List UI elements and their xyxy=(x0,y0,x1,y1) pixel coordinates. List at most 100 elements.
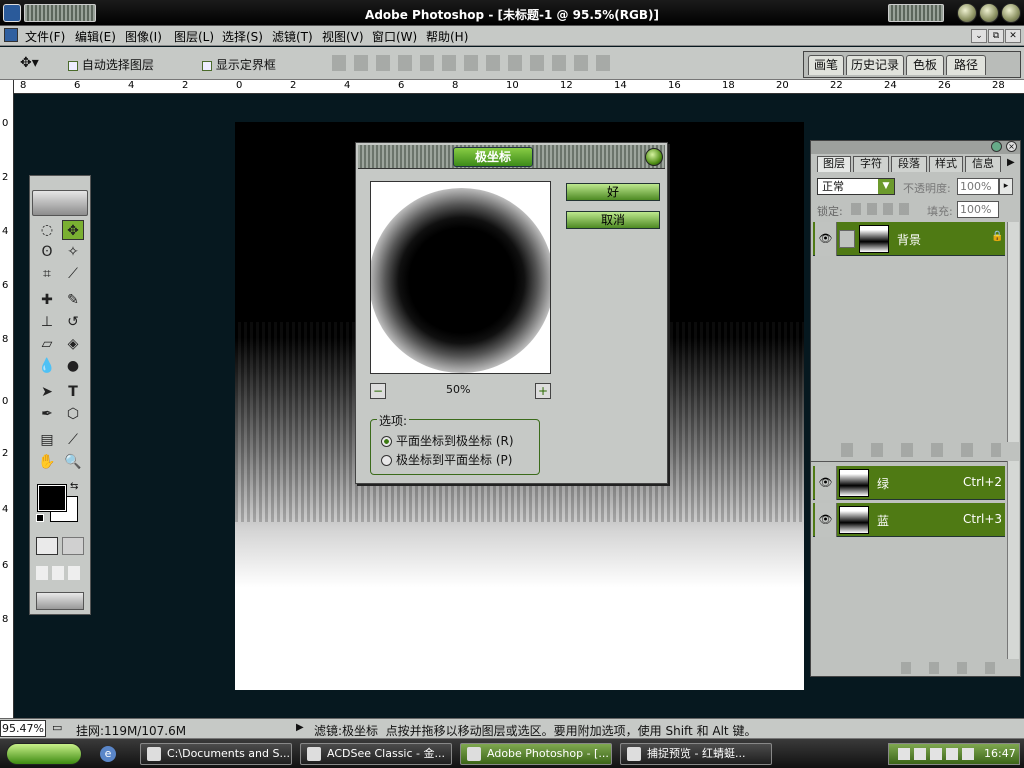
swap-colors-icon[interactable]: ⇆ xyxy=(70,481,78,492)
align-buttons[interactable] xyxy=(332,55,612,71)
screen-mode-buttons[interactable] xyxy=(36,566,84,580)
minimize-button[interactable] xyxy=(957,3,977,23)
menu-edit[interactable]: 编辑(E) xyxy=(75,28,116,45)
tab-info[interactable]: 信息 xyxy=(965,156,1001,172)
doc-info-icon[interactable]: ▭ xyxy=(52,721,62,734)
taskbar-item-photoshop[interactable]: Adobe Photoshop - [... xyxy=(460,743,612,765)
polar-to-rect-option[interactable]: 极坐标到平面坐标 (P) xyxy=(381,451,512,468)
menu-image[interactable]: 图像(I) xyxy=(125,28,162,45)
channels-footer-buttons[interactable] xyxy=(901,662,1001,674)
close-button[interactable] xyxy=(1001,3,1021,23)
palette-close-icon[interactable]: × xyxy=(1006,141,1017,152)
dodge-tool-icon[interactable]: ● xyxy=(62,356,84,376)
opacity-arrow[interactable]: ▸ xyxy=(999,178,1013,195)
tab-brushes[interactable]: 画笔 xyxy=(808,55,844,75)
doc-minimize-button[interactable]: ⌄ xyxy=(971,29,987,43)
tab-paths[interactable]: 路径 xyxy=(946,55,986,75)
eyedropper-icon[interactable]: ⟋ xyxy=(62,430,84,450)
rect-to-polar-option[interactable]: 平面坐标到极坐标 (R) xyxy=(381,432,514,449)
layers-footer-buttons[interactable] xyxy=(841,443,1001,457)
menu-file[interactable]: 文件(F) xyxy=(25,28,65,45)
channel-row[interactable]: 👁 蓝 Ctrl+3 xyxy=(813,503,1005,537)
menu-view[interactable]: 视图(V) xyxy=(322,28,364,45)
tab-layers[interactable]: 图层 xyxy=(817,156,851,172)
ie-quicklaunch-icon[interactable]: e xyxy=(100,746,116,762)
filter-preview[interactable] xyxy=(370,181,551,374)
notes-tool-icon[interactable]: ▤ xyxy=(36,430,58,450)
tab-history[interactable]: 历史记录 xyxy=(846,55,904,75)
path-select-icon[interactable]: ➤ xyxy=(36,382,58,402)
brush-tool-icon[interactable]: ✎ xyxy=(62,290,84,310)
zoom-in-button[interactable]: + xyxy=(535,383,551,399)
doc-restore-button[interactable]: ⧉ xyxy=(988,29,1004,43)
taskbar-item-capture[interactable]: 捕捉预览 - 红蜻蜓... xyxy=(620,743,772,765)
taskbar-item-explorer[interactable]: C:\Documents and S... xyxy=(140,743,292,765)
pen-tool-icon[interactable]: ✒ xyxy=(36,404,58,424)
channels-scrollbar[interactable] xyxy=(1007,461,1019,659)
tab-character[interactable]: 字符 xyxy=(853,156,889,172)
layer-row-background[interactable]: 👁 背景 🔒 xyxy=(813,222,1005,256)
standard-mode-button[interactable] xyxy=(36,537,58,555)
zoom-field[interactable]: 95.47% xyxy=(0,720,46,737)
lock-icons[interactable] xyxy=(851,203,913,215)
fill-input[interactable]: 100% xyxy=(957,201,999,218)
hand-tool-icon[interactable]: ✋ xyxy=(36,452,58,472)
chevron-down-icon[interactable]: ▼ xyxy=(878,179,894,194)
shape-tool-icon[interactable]: ⬡ xyxy=(62,404,84,424)
move-tool-preset-icon[interactable]: ✥▾ xyxy=(20,55,39,71)
tab-styles[interactable]: 样式 xyxy=(929,156,963,172)
cancel-button[interactable]: 取消 xyxy=(566,211,660,229)
palette-titlebar[interactable] xyxy=(811,141,1020,154)
rect-to-polar-radio[interactable] xyxy=(381,436,392,447)
eye-icon[interactable]: 👁 xyxy=(815,503,837,537)
ok-button[interactable]: 好 xyxy=(566,183,660,201)
menu-layer[interactable]: 图层(L) xyxy=(174,28,214,45)
crop-tool-icon[interactable]: ⌗ xyxy=(36,264,58,284)
zoom-tool-icon[interactable]: 🔍 xyxy=(62,452,84,472)
status-menu-arrow-icon[interactable]: ▶ xyxy=(296,722,304,733)
auto-select-checkbox[interactable] xyxy=(68,60,78,71)
maximize-button[interactable] xyxy=(979,3,999,23)
auto-select-checkbox-wrap[interactable]: 自动选择图层 xyxy=(68,56,154,73)
channel-row[interactable]: 👁 绿 Ctrl+2 xyxy=(813,466,1005,500)
palette-menu-arrow-icon[interactable]: ▶ xyxy=(1007,157,1015,168)
foreground-color-swatch[interactable] xyxy=(37,484,67,512)
polar-to-rect-radio[interactable] xyxy=(381,455,392,466)
quick-mask-button[interactable] xyxy=(62,537,84,555)
start-button[interactable] xyxy=(6,743,82,765)
show-bounds-checkbox[interactable] xyxy=(202,60,212,71)
eye-icon[interactable]: 👁 xyxy=(815,222,837,256)
default-colors-icon[interactable] xyxy=(36,514,44,522)
menu-window[interactable]: 窗口(W) xyxy=(372,28,417,45)
toolbox-header-logo[interactable] xyxy=(32,190,88,216)
jump-to-imageready-button[interactable] xyxy=(36,592,84,610)
healing-brush-icon[interactable]: ✚ xyxy=(36,290,58,310)
tab-paragraph[interactable]: 段落 xyxy=(891,156,927,172)
marquee-tool-icon[interactable]: ◌ xyxy=(36,220,58,240)
clone-stamp-icon[interactable]: ⊥ xyxy=(36,312,58,332)
zoom-out-button[interactable]: − xyxy=(370,383,386,399)
blend-mode-select[interactable]: 正常 ▼ xyxy=(817,178,895,195)
menu-filter[interactable]: 滤镜(T) xyxy=(272,28,313,45)
eye-icon[interactable]: 👁 xyxy=(815,466,837,500)
move-tool-icon[interactable]: ✥ xyxy=(62,220,84,240)
taskbar-item-acdsee[interactable]: ACDSee Classic - 金... xyxy=(300,743,452,765)
tab-swatches[interactable]: 色板 xyxy=(906,55,944,75)
blur-tool-icon[interactable]: 💧 xyxy=(36,356,58,376)
dialog-orb-icon[interactable] xyxy=(645,148,663,166)
magic-wand-icon[interactable]: ✧ xyxy=(62,242,84,262)
slice-tool-icon[interactable]: ⟋ xyxy=(62,264,84,284)
opacity-input[interactable]: 100% xyxy=(957,178,999,195)
history-brush-icon[interactable]: ↺ xyxy=(62,312,84,332)
layers-scrollbar[interactable] xyxy=(1007,222,1019,442)
menu-help[interactable]: 帮助(H) xyxy=(426,28,468,45)
palette-minimize-icon[interactable] xyxy=(991,141,1002,152)
show-bounds-checkbox-wrap[interactable]: 显示定界框 xyxy=(202,56,276,73)
doc-close-button[interactable]: ✕ xyxy=(1005,29,1021,43)
tray-icons[interactable] xyxy=(898,748,974,760)
menu-select[interactable]: 选择(S) xyxy=(222,28,263,45)
eraser-tool-icon[interactable]: ▱ xyxy=(36,334,58,354)
type-tool-icon[interactable]: T xyxy=(62,382,84,402)
paint-bucket-icon[interactable]: ◈ xyxy=(62,334,84,354)
document-icon[interactable] xyxy=(4,28,18,42)
